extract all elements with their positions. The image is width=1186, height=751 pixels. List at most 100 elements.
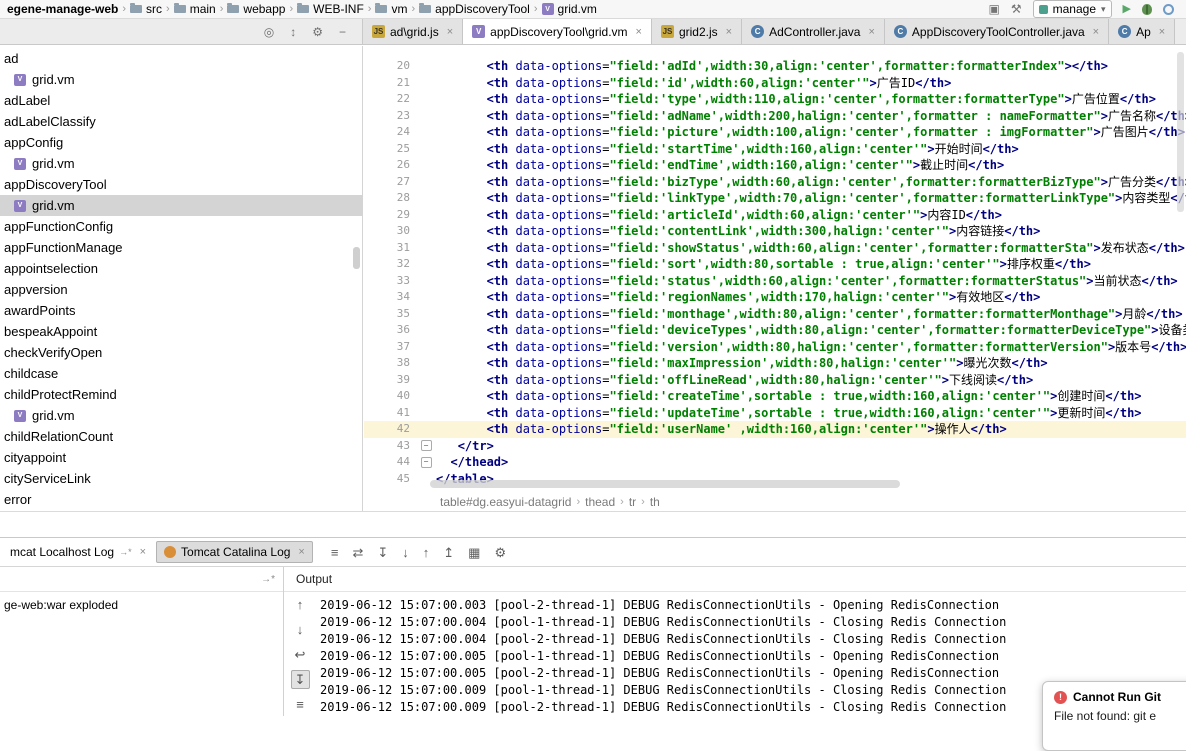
code-line[interactable]: 26 <th data-options="field:'endTime',wid…	[364, 157, 1186, 174]
tool-windows-icon[interactable]: ▣	[989, 3, 1000, 15]
project-item[interactable]: Vgrid.vm	[0, 405, 362, 426]
project-item[interactable]: Vgrid.vm	[0, 195, 362, 216]
breadcrumb-item[interactable]: vm	[372, 2, 410, 16]
close-icon[interactable]: ×	[726, 26, 732, 38]
close-icon[interactable]: ×	[636, 26, 642, 38]
settings-gear-icon[interactable]: ⚙	[312, 26, 323, 38]
code-line[interactable]: 24 <th data-options="field:'picture',wid…	[364, 124, 1186, 141]
editor-tab[interactable]: JSgrid2.js×	[652, 19, 742, 44]
scroll-to-top-icon[interactable]: ↥	[443, 546, 454, 559]
project-item[interactable]: appointselection	[0, 258, 362, 279]
project-item[interactable]: cityServiceLink	[0, 468, 362, 489]
editor-tab[interactable]: JSad\grid.js×	[363, 19, 463, 44]
code-line[interactable]: 21 <th data-options="field:'id',width:60…	[364, 75, 1186, 92]
code-line[interactable]: 28 <th data-options="field:'linkType',wi…	[364, 190, 1186, 207]
close-icon[interactable]: ×	[1159, 26, 1165, 38]
code-line[interactable]: 38 <th data-options="field:'maxImpressio…	[364, 355, 1186, 372]
hide-panel-icon[interactable]: −	[339, 26, 346, 38]
prev-occurrence-icon[interactable]: ↑	[291, 595, 310, 614]
editor-tab[interactable]: VappDiscoveryTool\grid.vm×	[463, 19, 652, 44]
project-item[interactable]: appConfig	[0, 132, 362, 153]
run-button[interactable]: ▶	[1123, 4, 1131, 15]
close-icon[interactable]: ×	[1093, 26, 1099, 38]
grid-view-icon[interactable]: ▦	[468, 546, 480, 559]
deployment-item[interactable]: ge-web:war exploded	[4, 598, 118, 612]
console-settings-icon[interactable]: ⚙	[494, 546, 506, 559]
code-line[interactable]: 35 <th data-options="field:'monthage',wi…	[364, 306, 1186, 323]
close-icon[interactable]: ×	[140, 546, 146, 558]
project-item[interactable]: adLabel	[0, 90, 362, 111]
editor-horizontal-scrollbar[interactable]	[430, 480, 900, 488]
code-line[interactable]: 40 <th data-options="field:'createTime',…	[364, 388, 1186, 405]
compare-icon[interactable]: ⇄	[352, 546, 363, 559]
code-line[interactable]: 37 <th data-options="field:'version',wid…	[364, 339, 1186, 356]
code-line[interactable]: 29 <th data-options="field:'articleId',w…	[364, 207, 1186, 224]
breadcrumb-item[interactable]: WEB-INF	[294, 2, 367, 16]
locate-file-icon[interactable]: ◎	[264, 26, 274, 38]
project-item[interactable]: appversion	[0, 279, 362, 300]
next-message-icon[interactable]: ↓	[402, 546, 409, 559]
project-item[interactable]: appDiscoveryTool	[0, 174, 362, 195]
code-line[interactable]: 33 <th data-options="field:'status',widt…	[364, 273, 1186, 290]
code-line[interactable]: 32 <th data-options="field:'sort',width:…	[364, 256, 1186, 273]
project-item[interactable]: bespeakAppoint	[0, 321, 362, 342]
editor-tab[interactable]: CAp×	[1109, 19, 1175, 44]
breadcrumb-item[interactable]: egene-manage-web	[4, 2, 121, 16]
project-item[interactable]: adLabelClassify	[0, 111, 362, 132]
project-item[interactable]: appFunctionManage	[0, 237, 362, 258]
code-line[interactable]: 34 <th data-options="field:'regionNames'…	[364, 289, 1186, 306]
code-editor[interactable]: 20 <th data-options="field:'adId',width:…	[364, 46, 1186, 492]
run-config-select[interactable]: manage ▾	[1033, 0, 1112, 18]
project-item[interactable]: cityappoint	[0, 447, 362, 468]
fold-column[interactable]: −	[416, 438, 436, 455]
build-project-icon[interactable]: ⚒	[1011, 3, 1022, 15]
project-item[interactable]: awardPoints	[0, 300, 362, 321]
fold-column[interactable]: −	[416, 454, 436, 471]
scroll-to-end-icon[interactable]: ↧	[377, 546, 388, 559]
editor-vertical-scrollbar[interactable]	[1177, 52, 1184, 212]
scroll-to-end-icon[interactable]: ↧	[291, 670, 310, 689]
code-line[interactable]: 44− </thead>	[364, 454, 1186, 471]
prev-message-icon[interactable]: ↑	[423, 546, 430, 559]
project-item[interactable]: ad	[0, 48, 362, 69]
close-icon[interactable]: ×	[868, 26, 874, 38]
code-line[interactable]: 22 <th data-options="field:'type',width:…	[364, 91, 1186, 108]
project-item[interactable]: checkVerifyOpen	[0, 342, 362, 363]
project-item[interactable]: childProtectRemind	[0, 384, 362, 405]
code-line[interactable]: 27 <th data-options="field:'bizType',wid…	[364, 174, 1186, 191]
fold-icon[interactable]: −	[421, 457, 432, 468]
breadcrumb-item[interactable]: appDiscoveryTool	[416, 2, 533, 16]
coverage-button[interactable]	[1163, 4, 1174, 15]
run-tab[interactable]: Tomcat Catalina Log×	[156, 541, 313, 563]
collapse-expand-icon[interactable]: ↕	[290, 26, 296, 38]
code-line[interactable]: 43− </tr>	[364, 438, 1186, 455]
code-line[interactable]: 39 <th data-options="field:'offLineRead'…	[364, 372, 1186, 389]
project-item[interactable]: childcase	[0, 363, 362, 384]
editor-breadcrumb-item[interactable]: table#dg.easyui-datagrid	[437, 495, 574, 509]
breadcrumb-item[interactable]: webapp	[224, 2, 288, 16]
debug-button[interactable]	[1142, 4, 1152, 15]
project-scrollbar[interactable]	[353, 247, 360, 269]
project-item[interactable]: error	[0, 489, 362, 510]
fold-icon[interactable]: −	[421, 440, 432, 451]
project-item[interactable]: appFunctionConfig	[0, 216, 362, 237]
project-item[interactable]: childRelationCount	[0, 426, 362, 447]
project-item[interactable]: Vgrid.vm	[0, 69, 362, 90]
code-line[interactable]: 23 <th data-options="field:'adName',widt…	[364, 108, 1186, 125]
code-line[interactable]: 25 <th data-options="field:'startTime',w…	[364, 141, 1186, 158]
code-line[interactable]: 31 <th data-options="field:'showStatus',…	[364, 240, 1186, 257]
code-line[interactable]: 20 <th data-options="field:'adId',width:…	[364, 58, 1186, 75]
soft-wrap-icon[interactable]: ↩	[291, 645, 310, 664]
breadcrumb-item[interactable]: main	[171, 2, 219, 16]
next-occurrence-icon[interactable]: ↓	[291, 620, 310, 639]
editor-breadcrumb-item[interactable]: th	[647, 495, 663, 509]
options-menu-icon[interactable]: ≡	[331, 546, 339, 559]
editor-tab[interactable]: CAppDiscoveryToolController.java×	[885, 19, 1109, 44]
jump-marker-icon[interactable]: →*	[261, 574, 275, 585]
run-tab[interactable]: mcat Localhost Log→*×	[3, 542, 153, 562]
breadcrumb-item[interactable]: Vgrid.vm	[539, 2, 600, 16]
code-line[interactable]: 41 <th data-options="field:'updateTime',…	[364, 405, 1186, 422]
close-icon[interactable]: ×	[298, 546, 304, 558]
close-icon[interactable]: ×	[447, 26, 453, 38]
code-line[interactable]: 42 <th data-options="field:'userName' ,w…	[364, 421, 1186, 438]
